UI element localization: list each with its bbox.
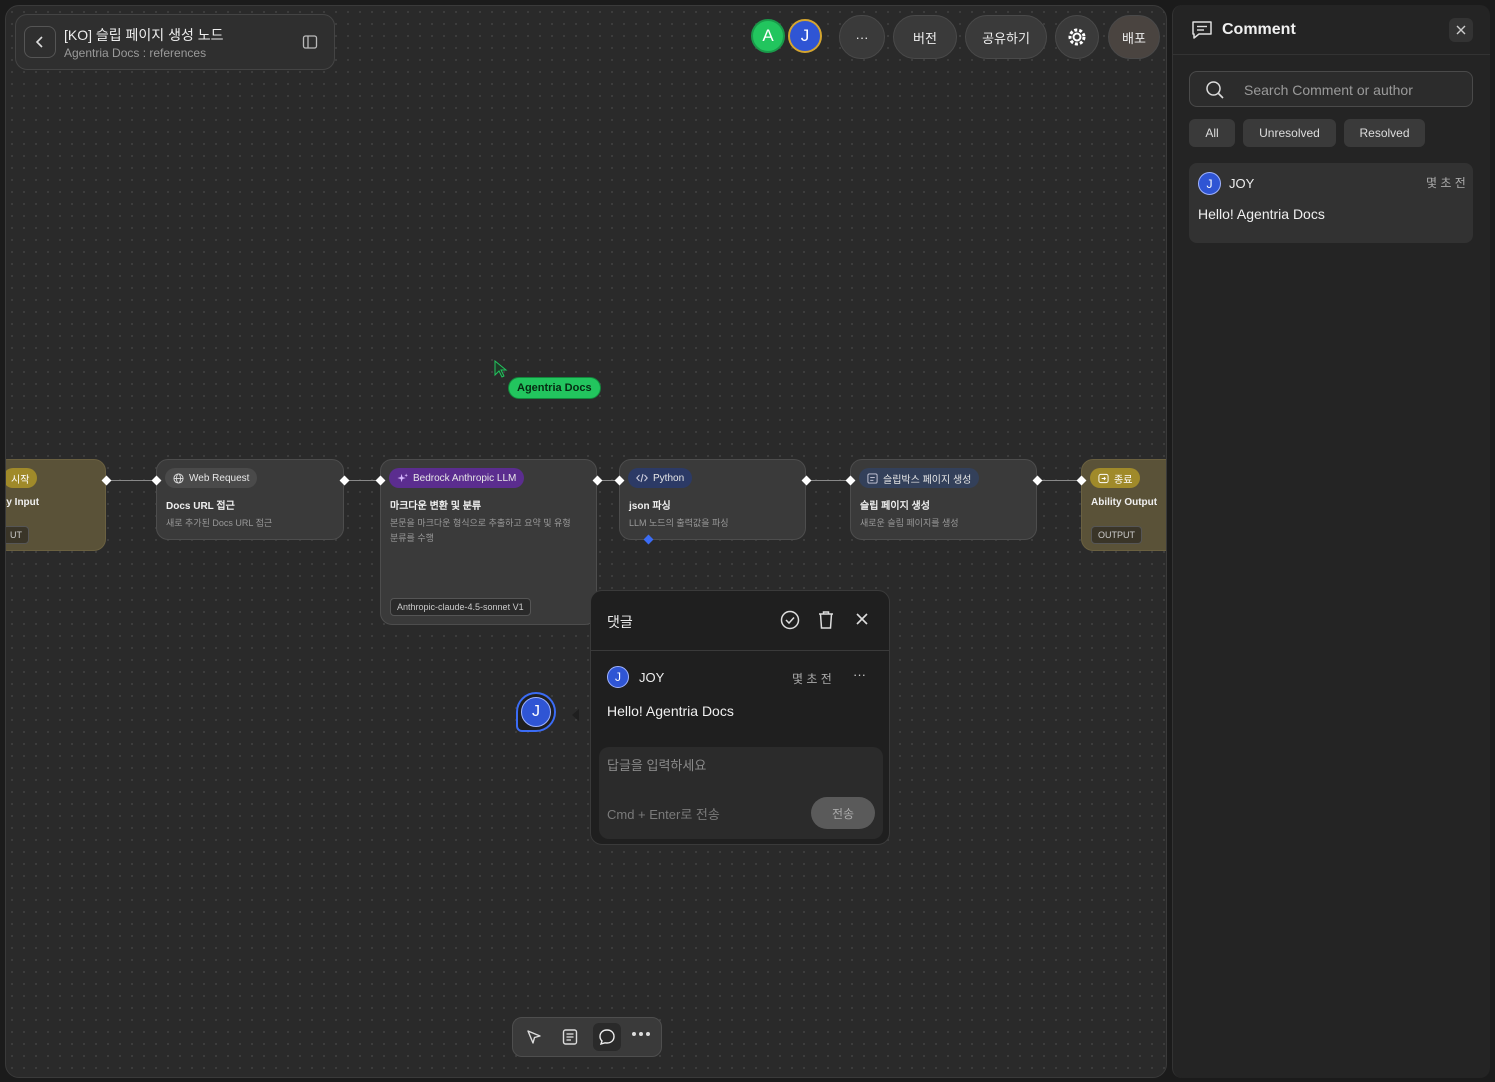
node-tag: Python <box>628 468 693 488</box>
node-title: 슬립 페이지 생성 <box>860 501 930 512</box>
edge <box>1037 480 1081 481</box>
comment-icon <box>1191 20 1213 40</box>
send-hint: Cmd + Enter로 전송 <box>607 807 720 822</box>
gear-icon <box>1068 28 1086 46</box>
filter-unresolved[interactable]: Unresolved <box>1243 119 1336 147</box>
close-icon[interactable] <box>855 612 869 626</box>
chevron-left-icon <box>35 36 43 48</box>
close-icon <box>1456 25 1466 35</box>
filter-resolved[interactable]: Resolved <box>1344 119 1425 147</box>
code-icon <box>636 473 648 483</box>
model-chip: Anthropic-claude-4.5-sonnet V1 <box>390 598 531 616</box>
comment-more-button[interactable]: ··· <box>853 667 866 682</box>
more-tools-icon[interactable] <box>631 1031 651 1037</box>
page-icon <box>867 472 878 484</box>
node-chip: OUTPUT <box>1091 526 1142 544</box>
node-description: LLM 노드의 출력값을 파싱 <box>629 518 729 528</box>
avatar: J <box>1198 172 1221 195</box>
workflow-canvas[interactable]: [KO] 슬립 페이지 생성 노드 Agentria Docs : refere… <box>5 5 1167 1078</box>
page-title: [KO] 슬립 페이지 생성 노드 <box>64 27 224 43</box>
node-title: Ability Output <box>1091 497 1158 508</box>
avatar: J <box>607 666 629 688</box>
node-tag: 종료 <box>1090 468 1141 488</box>
collaborator-avatar-a[interactable]: A <box>751 19 785 53</box>
node-bedrock-llm[interactable]: Bedrock Anthropic LLM 마크다운 변환 및 분류 본문을 마… <box>380 459 597 625</box>
comment-time: 몇 초 전 <box>792 672 832 686</box>
node-title: 마크다운 변환 및 분류 <box>390 501 482 512</box>
settings-button[interactable] <box>1055 15 1099 59</box>
filter-all[interactable]: All <box>1189 119 1235 147</box>
node-python[interactable]: Python json 파싱 LLM 노드의 출력값을 파싱 <box>619 459 806 540</box>
comment-time: 몇 초 전 <box>1426 176 1466 190</box>
edge <box>106 480 158 481</box>
comment-search <box>1189 71 1473 107</box>
node-slipbox[interactable]: 슬립박스 페이지 생성 슬립 페이지 생성 새로운 슬립 페이지를 생성 <box>850 459 1037 540</box>
comment-card[interactable]: J JOY 몇 초 전 Hello! Agentria Docs <box>1189 163 1473 243</box>
node-tag: 슬립박스 페이지 생성 <box>859 468 980 488</box>
close-sidebar-button[interactable] <box>1449 18 1473 42</box>
search-icon <box>1205 80 1225 100</box>
collaborator-avatar-j[interactable]: J <box>788 19 822 53</box>
search-input[interactable] <box>1244 80 1464 100</box>
node-title: json 파싱 <box>629 501 671 512</box>
node-description: 새로운 슬립 페이지를 생성 <box>860 518 959 528</box>
node-description: 본문을 마크다운 형식으로 추출하고 요약 및 유형 분류를 수행 <box>390 518 571 543</box>
reply-box: Cmd + Enter로 전송 전송 <box>599 747 883 839</box>
comment-popup-header: 댓글 <box>591 591 889 651</box>
back-button[interactable] <box>24 26 56 58</box>
avatar: J <box>521 697 551 727</box>
node-chip: UT <box>6 526 29 544</box>
cursor-pointer-icon <box>494 360 508 378</box>
node-start[interactable]: 시작 ty Input UT <box>5 459 106 551</box>
node-end[interactable]: 종료 Ability Output OUTPUT <box>1081 459 1166 551</box>
node-title: ty Input <box>5 497 40 508</box>
comment-pin[interactable]: J <box>516 692 556 732</box>
sidebar-toggle-icon[interactable] <box>302 34 318 55</box>
reply-input[interactable] <box>607 755 867 775</box>
comment-text: Hello! Agentria Docs <box>607 703 734 719</box>
edge <box>806 480 850 481</box>
version-button[interactable]: 버전 <box>893 15 957 59</box>
sidebar-title: Comment <box>1222 21 1296 38</box>
caret-left-icon <box>572 709 579 721</box>
node-tag: Bedrock Anthropic LLM <box>389 468 525 488</box>
node-tag: Web Request <box>165 468 258 488</box>
node-title: Docs URL 접근 <box>166 501 235 512</box>
more-options-button[interactable]: ··· <box>839 15 885 59</box>
send-button[interactable]: 전송 <box>811 797 875 829</box>
globe-icon <box>173 472 184 484</box>
node-tag: 시작 <box>6 468 38 488</box>
comment-sidebar: Comment All Unresolved Resolved J JOY 몇 … <box>1172 5 1490 1078</box>
comment-author: JOY <box>1229 176 1255 191</box>
resolve-check-icon[interactable] <box>780 610 800 630</box>
comment-author: JOY <box>639 670 665 685</box>
node-description: 새로 추가된 Docs URL 접근 <box>166 518 273 528</box>
sparkle-icon <box>397 472 408 482</box>
comment-popup-title: 댓글 <box>607 614 633 630</box>
exit-icon <box>1098 473 1109 483</box>
cursor-label: Agentria Docs <box>508 377 601 399</box>
comment-popup: 댓글 J JOY 몇 초 전 ··· Hello! Agentria Docs … <box>590 590 890 845</box>
workflow-title-box: [KO] 슬립 페이지 생성 노드 Agentria Docs : refere… <box>15 14 335 70</box>
page-subtitle: Agentria Docs : references <box>64 46 207 60</box>
share-button[interactable]: 공유하기 <box>965 15 1047 59</box>
note-tool-icon[interactable] <box>561 1028 579 1046</box>
comment-sidebar-header: Comment <box>1173 5 1490 55</box>
comment-tool-icon[interactable] <box>593 1023 621 1051</box>
node-web-request[interactable]: Web Request Docs URL 접근 새로 추가된 Docs URL … <box>156 459 344 540</box>
deploy-button[interactable]: 배포 <box>1108 15 1160 59</box>
trash-icon[interactable] <box>817 610 835 630</box>
bottom-toolbar <box>512 1017 662 1057</box>
pointer-tool-icon[interactable] <box>525 1028 543 1046</box>
comment-text: Hello! Agentria Docs <box>1198 206 1325 222</box>
